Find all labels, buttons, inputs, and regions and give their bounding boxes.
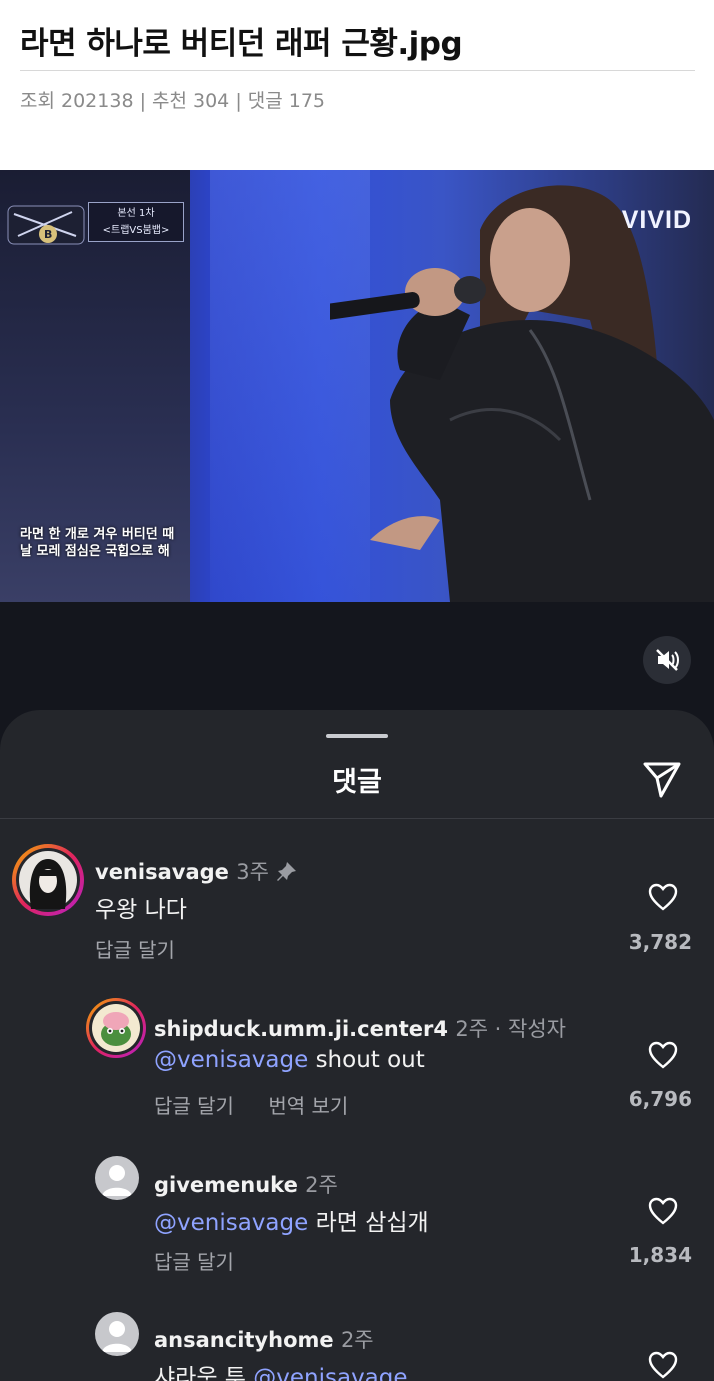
comment-actions: 답글 달기 번역 보기 [154, 1090, 376, 1119]
avatar[interactable] [95, 1156, 139, 1200]
mention-link[interactable]: @venisavage [154, 1210, 308, 1236]
sheet-title: 댓글 [332, 767, 382, 798]
channel-watermark: VIVID [621, 206, 692, 234]
round-caption-line1: 본선 1차 [117, 208, 155, 219]
comment-reply-item: givemenuke 2주 @venisavage 라면 삼십개 답글 달기 1… [0, 1146, 714, 1296]
comment-username[interactable]: givemenuke 2주 [154, 1169, 338, 1199]
comment-age: 2주 [305, 1173, 338, 1197]
reply-button[interactable]: 답글 달기 [154, 1250, 234, 1274]
comment-age: 2주 [340, 1328, 374, 1352]
pin-icon [277, 862, 297, 881]
sheet-drag-handle[interactable] [326, 734, 388, 738]
sheet-divider [0, 818, 714, 819]
header-divider [20, 70, 695, 71]
comment-text: @venisavage shout out [154, 1047, 425, 1073]
comment-reply-item: shipduck.umm.ji.center4 2주 · 작성자 @venisa… [0, 990, 714, 1140]
round-caption-box: 본선 1차 <트랩VS붐뱁> [88, 202, 184, 242]
comment-text: 샤라웃 투 @venisavage [154, 1358, 408, 1381]
username-text[interactable]: givemenuke [154, 1173, 298, 1197]
reply-button[interactable]: 답글 달기 [154, 1094, 234, 1118]
default-avatar-icon [102, 1165, 132, 1196]
default-avatar-icon [102, 1321, 132, 1352]
show-logo: B [7, 205, 85, 245]
comment-age: 2주 · 작성자 [455, 1017, 566, 1041]
avatar[interactable] [86, 998, 146, 1058]
video-player[interactable]: B 본선 1차 <트랩VS붐뱁> VIVID 라면 한 개로 겨우 버티던 때 … [0, 170, 714, 602]
comment-text-rest: 샤라웃 투 [154, 1365, 254, 1381]
post-title: 라면 하나로 버티던 래퍼 근황.jpg [20, 26, 463, 62]
avatar[interactable] [12, 844, 84, 916]
comment-actions: 답글 달기 [154, 1246, 262, 1275]
share-button[interactable] [641, 758, 683, 800]
lyric-line-2: 날 모레 점심은 국힙으로 해 [20, 544, 170, 559]
username-text[interactable]: venisavage [95, 860, 229, 884]
comment-text: @venisavage 라면 삼십개 [154, 1203, 429, 1237]
comment-age: 3주 [236, 860, 269, 884]
mention-link[interactable]: @venisavage [154, 1047, 308, 1073]
send-icon [643, 762, 681, 798]
lyric-line-1: 라면 한 개로 겨우 버티던 때 [20, 527, 175, 542]
embedded-screenshot: B 본선 1차 <트랩VS붐뱁> VIVID 라면 한 개로 겨우 버티던 때 … [0, 170, 714, 1381]
like-heart-icon[interactable] [647, 1196, 679, 1226]
comment-username[interactable]: venisavage 3주 [95, 856, 298, 886]
mute-toggle-button[interactable] [643, 636, 691, 684]
translate-button[interactable]: 번역 보기 [268, 1094, 348, 1118]
comment-reply-item: ansancityhome 2주 샤라웃 투 @venisavage [0, 1302, 714, 1381]
post-header: 라면 하나로 버티던 래퍼 근황.jpg 조회 202138 | 추천 304 … [0, 0, 714, 170]
svg-text:B: B [44, 228, 52, 241]
avatar-image [92, 1004, 140, 1052]
like-count: 6,796 [628, 1087, 692, 1111]
reply-button[interactable]: 답글 달기 [95, 938, 175, 962]
comment-actions: 답글 달기 [95, 934, 203, 963]
like-count: 3,782 [628, 930, 692, 954]
speaker-muted-icon [656, 649, 679, 671]
comment-username[interactable]: shipduck.umm.ji.center4 2주 · 작성자 [154, 1013, 566, 1043]
comment-text: 우왕 나다 [95, 897, 187, 923]
like-heart-icon[interactable] [647, 1040, 679, 1070]
avatar[interactable] [95, 1312, 139, 1356]
comment-item: venisavage 3주 우왕 나다 답글 달기 3,782 [0, 830, 714, 980]
like-heart-icon[interactable] [647, 1350, 679, 1380]
username-text[interactable]: shipduck.umm.ji.center4 [154, 1017, 448, 1041]
comment-text-rest: 라면 삼십개 [308, 1210, 429, 1236]
comment-text-rest: shout out [308, 1047, 425, 1073]
lyric-subtitle: 라면 한 개로 겨우 버티던 때 날 모레 점심은 국힙으로 해 [20, 526, 174, 560]
avatar-image [19, 851, 77, 909]
post-meta: 조회 202138 | 추천 304 | 댓글 175 [20, 90, 326, 112]
like-count: 1,834 [628, 1243, 692, 1267]
round-caption-line2: <트랩VS붐뱁> [102, 225, 170, 236]
like-heart-icon[interactable] [647, 882, 679, 912]
comments-sheet: 댓글 venisavage 3주 우왕 나다 답글 달기 3,782 shipd… [0, 710, 714, 1381]
comment-username[interactable]: ansancityhome 2주 [154, 1324, 374, 1354]
mention-link[interactable]: @venisavage [253, 1365, 407, 1381]
username-text[interactable]: ansancityhome [154, 1328, 334, 1352]
